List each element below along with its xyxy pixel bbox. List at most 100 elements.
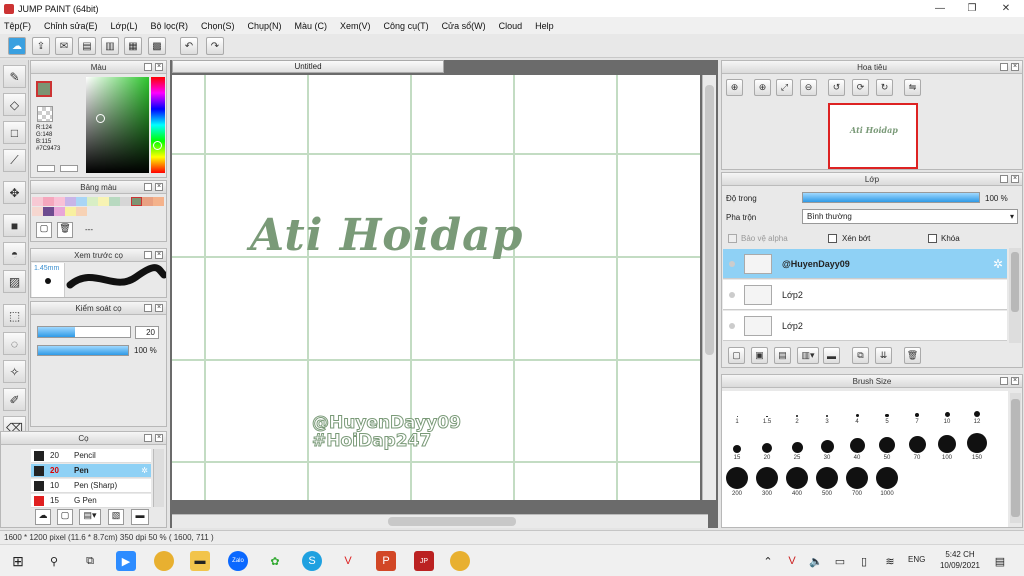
gear-icon[interactable]: ✲ (993, 257, 1003, 271)
panel-detach-icon[interactable] (1000, 175, 1008, 183)
brush-size-option[interactable]: 25 (782, 431, 812, 461)
layer-folder-icon[interactable]: ▬ (823, 347, 840, 364)
palette-swatch[interactable] (120, 197, 131, 206)
layer-row[interactable]: Lớp2 (723, 280, 1007, 310)
page-icon[interactable]: ▥ (101, 37, 119, 55)
zoom-app-icon[interactable]: ▶ (116, 551, 136, 571)
new-palette-icon[interactable]: ▢ (36, 222, 52, 238)
zoom-in-icon[interactable]: ⊕ (754, 79, 771, 96)
bucket-tool-icon[interactable]: ◓ (3, 242, 26, 265)
rotate-reset-icon[interactable]: ⟳ (852, 79, 869, 96)
brush-size-option[interactable]: 12 (962, 395, 992, 425)
delete-palette-icon[interactable]: 🗑 (57, 222, 73, 238)
palette-swatch[interactable] (32, 197, 43, 206)
task-view-icon[interactable]: ⧉ (80, 551, 100, 571)
palette-swatch[interactable] (76, 207, 87, 216)
brush-size-option[interactable]: 70 (902, 431, 932, 461)
color-mode-button-2[interactable] (60, 165, 78, 172)
hue-slider[interactable] (151, 77, 165, 173)
eye-icon[interactable] (729, 260, 735, 267)
panel-close-icon[interactable]: × (155, 304, 163, 312)
layer-scroll-thumb[interactable] (1011, 252, 1019, 312)
panel-close-icon[interactable]: × (155, 183, 163, 191)
menu-color[interactable]: Màu (C) (295, 21, 328, 31)
brush-size-option[interactable]: 1.5 (752, 395, 782, 425)
brush-size-option[interactable]: 5 (872, 395, 902, 425)
tray-chevron-up-icon[interactable]: ⌃ (758, 551, 778, 571)
transparent-swatch[interactable] (37, 106, 53, 122)
palette-swatch[interactable] (65, 197, 76, 206)
panel-close-icon[interactable]: × (155, 434, 163, 442)
vietkey-app-icon[interactable]: V (338, 551, 358, 571)
brush-size-option[interactable]: 4 (842, 395, 872, 425)
lock-checkbox[interactable] (928, 234, 937, 243)
duplicate-layer-icon[interactable]: ⧉ (852, 347, 869, 364)
settings-grid-icon[interactable]: ▩ (148, 37, 166, 55)
horizontal-scroll-thumb[interactable] (388, 517, 516, 526)
brush-size-option[interactable]: 20 (752, 431, 782, 461)
picker-cursor[interactable] (96, 114, 105, 123)
protect-alpha-checkbox[interactable] (728, 234, 737, 243)
brush-size-option[interactable]: 150 (962, 431, 992, 461)
eraser-tool-icon[interactable]: ◇ (3, 93, 26, 116)
palette-swatch[interactable] (87, 197, 98, 206)
brush-size-option[interactable]: 200 (722, 467, 752, 497)
palette-swatch[interactable] (153, 197, 164, 206)
brush-size-scrollbar[interactable] (1010, 393, 1021, 523)
palette-swatch[interactable] (65, 207, 76, 216)
brush-size-option[interactable]: 100 (932, 431, 962, 461)
palette-swatch[interactable] (142, 197, 153, 206)
battery-icon[interactable]: ▭ (830, 551, 850, 571)
rotate-right-icon[interactable]: ↻ (876, 79, 893, 96)
menu-edit[interactable]: Chỉnh sửa(E) (44, 21, 98, 31)
minimize-button[interactable]: — (924, 0, 956, 17)
chrome-app-icon-2[interactable] (450, 551, 470, 571)
unikey-tray-icon[interactable]: V (782, 551, 802, 571)
vertical-scroll-thumb[interactable] (705, 85, 714, 355)
canvas-horizontal-scrollbar[interactable] (172, 514, 708, 528)
brush-folder-icon[interactable]: ▬ (131, 509, 149, 525)
search-icon[interactable]: ⚲ (44, 551, 64, 571)
export-icon[interactable]: ⇪ (32, 37, 50, 55)
gear-icon[interactable]: ✲ (141, 466, 148, 475)
delete-layer-icon[interactable]: 🗑 (904, 347, 921, 364)
menu-file[interactable]: Tệp(F) (4, 21, 31, 31)
wifi-icon[interactable]: ≋ (880, 551, 900, 571)
menu-filter[interactable]: Bộ lọc(R) (150, 21, 188, 31)
zalo-app-icon[interactable]: Zalo (228, 551, 248, 571)
brush-row-pen-sharp[interactable]: 10 Pen (Sharp) (31, 479, 151, 493)
brush-list-scrollbar[interactable] (153, 449, 164, 507)
new-halftone-icon[interactable]: ▤ (774, 347, 791, 364)
brush-cloud-icon[interactable]: ☁ (35, 509, 51, 525)
clip-checkbox[interactable] (828, 234, 837, 243)
layer-scrollbar[interactable] (1009, 248, 1021, 343)
fill-rect-tool-icon[interactable]: ■ (3, 214, 26, 237)
panel-detach-icon[interactable] (144, 304, 152, 312)
clock[interactable]: 5:42 CH 10/09/2021 (934, 549, 986, 571)
panel-detach-icon[interactable] (1000, 63, 1008, 71)
brush-size-option[interactable]: 7 (902, 395, 932, 425)
layer-row[interactable]: @HuyenDayy09 ✲ (723, 249, 1007, 279)
rotate-left-icon[interactable]: ↺ (828, 79, 845, 96)
main-color-swatch[interactable] (36, 81, 52, 97)
panel-detach-icon[interactable] (144, 63, 152, 71)
panel-detach-icon[interactable] (144, 434, 152, 442)
panel-detach-icon[interactable] (1000, 377, 1008, 385)
panel-close-icon[interactable]: × (1011, 175, 1019, 183)
brush-menu-icon[interactable]: ▤▾ (79, 509, 101, 525)
brush-size-option[interactable]: 500 (812, 467, 842, 497)
powerpoint-app-icon[interactable]: P (376, 551, 396, 571)
windows-start-icon[interactable]: ⊞ (8, 551, 28, 571)
notification-icon[interactable]: ▤ (990, 551, 1010, 571)
layer-row[interactable]: Lớp2 (723, 311, 1007, 341)
brush-size-option[interactable]: 700 (842, 467, 872, 497)
new-layer-type-icon[interactable]: ▣ (751, 347, 768, 364)
panel-detach-icon[interactable] (144, 183, 152, 191)
layer-menu-icon[interactable]: ▥▾ (797, 347, 819, 364)
palette-swatch[interactable] (109, 197, 120, 206)
navigator-thumbnail[interactable]: Ati Hoidap (828, 103, 918, 169)
panel-close-icon[interactable]: × (155, 63, 163, 71)
note-icon[interactable]: ▤ (78, 37, 96, 55)
brush-row-pen[interactable]: 20 Pen ✲ (31, 464, 151, 478)
pen-tool-icon[interactable]: ✎ (3, 65, 26, 88)
